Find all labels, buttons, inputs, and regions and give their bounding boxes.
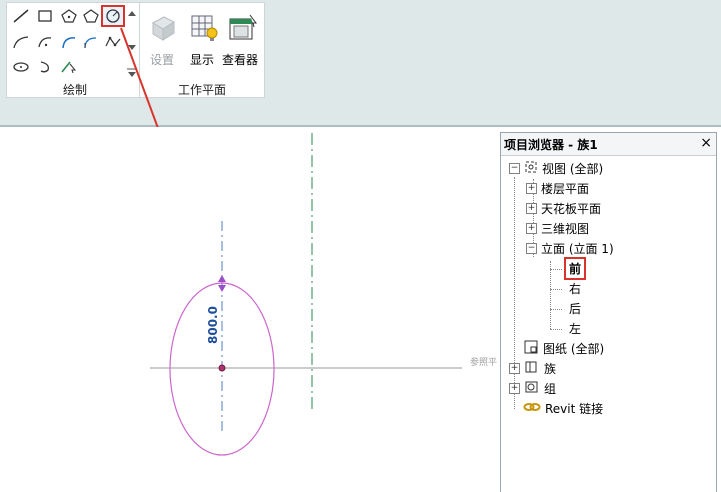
collapse-icon[interactable]: −	[509, 162, 520, 174]
sheet-icon	[523, 340, 539, 357]
expand-icon[interactable]: +	[509, 382, 520, 394]
tree-item-3d-views[interactable]: + 三维视图	[526, 219, 589, 237]
tree-item-floor-plans[interactable]: + 楼层平面	[526, 179, 589, 197]
family-icon	[524, 360, 540, 377]
tree-item-families[interactable]: + 族	[509, 359, 556, 377]
tree-connector	[550, 329, 562, 330]
tree-item-back[interactable]: 后	[569, 299, 581, 317]
tree-connector	[550, 309, 562, 310]
reference-plane-label: 参照平	[470, 358, 498, 368]
expand-icon[interactable]: +	[526, 222, 537, 234]
expand-icon[interactable]: +	[526, 182, 537, 194]
collapse-icon[interactable]: −	[526, 242, 537, 254]
dimension-text-wrap: 800.0	[202, 302, 228, 347]
drawing-canvas[interactable]: 800.0 参照平	[0, 127, 500, 491]
tree-item-sheets[interactable]: 图纸 (全部)	[523, 339, 604, 357]
drag-handle-down-icon[interactable]	[218, 285, 226, 292]
tree-item-left[interactable]: 左	[569, 319, 581, 337]
tree-connector	[550, 261, 551, 329]
expand-icon[interactable]: +	[509, 362, 520, 374]
tree-item-revit-links[interactable]: Revit 链接	[523, 399, 603, 417]
browser-title-bar: 项目浏览器 - 族1 ×	[501, 133, 716, 156]
tree-item-elevations[interactable]: − 立面 (立面 1)	[526, 239, 614, 257]
dimension-text[interactable]: 800.0	[206, 306, 220, 344]
tree-item-right[interactable]: 右	[569, 279, 581, 297]
link-icon	[523, 400, 541, 417]
center-point[interactable]	[218, 364, 226, 372]
tree-item-views[interactable]: − 视图 (全部)	[509, 159, 603, 177]
drag-handle-up-icon[interactable]	[218, 275, 226, 282]
view-icon	[524, 160, 538, 177]
close-icon[interactable]: ×	[700, 135, 712, 151]
tree-item-ceiling-plans[interactable]: + 天花板平面	[526, 199, 601, 217]
project-browser: 项目浏览器 - 族1 × − 视图 (全部) + 楼层平面 + 天花板平面 + …	[500, 132, 717, 492]
expand-icon[interactable]: +	[526, 202, 537, 214]
tree-item-front[interactable]: 前	[563, 256, 587, 280]
tree-item-groups[interactable]: + 组	[509, 379, 556, 397]
browser-title: 项目浏览器 - 族1	[504, 138, 598, 152]
tree-connector	[550, 269, 562, 270]
tree-connector	[550, 289, 562, 290]
group-icon	[524, 380, 540, 397]
